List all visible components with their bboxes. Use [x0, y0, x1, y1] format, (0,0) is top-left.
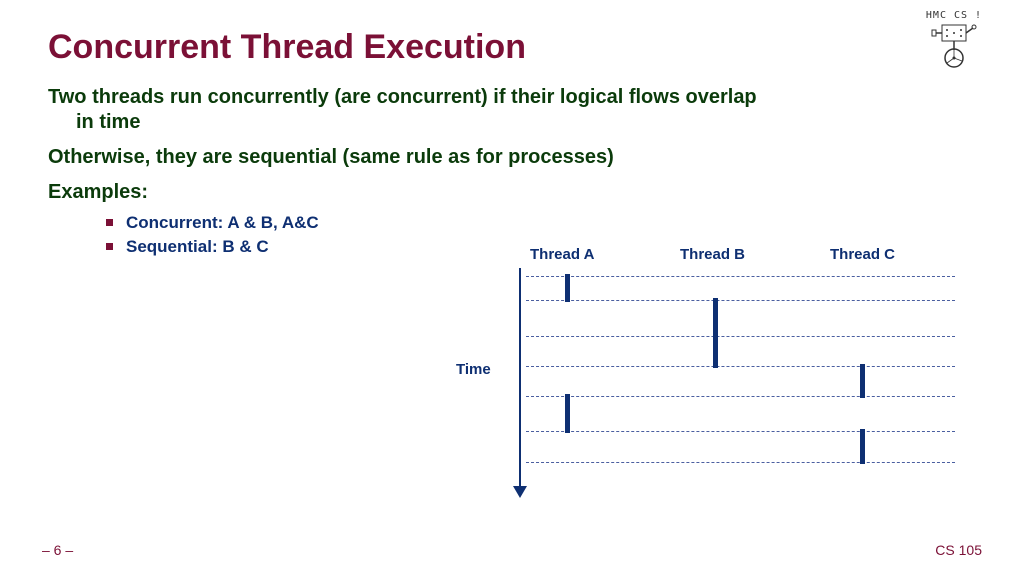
- label-thread-a: Thread A: [530, 246, 594, 263]
- definition-sequential: Otherwise, they are sequential (same rul…: [48, 145, 976, 170]
- time-row: [526, 366, 955, 367]
- def-line-1a: Two threads run concurrently (are concur…: [48, 86, 757, 108]
- examples-label: Examples:: [48, 180, 976, 205]
- hmc-cs-logo: HMC CS !: [924, 10, 984, 69]
- time-axis-arrow: [510, 268, 530, 502]
- time-row: [526, 300, 955, 301]
- time-row: [526, 462, 955, 463]
- time-row: [526, 396, 955, 397]
- time-row: [526, 336, 955, 337]
- time-row: [526, 276, 955, 277]
- logo-text: HMC CS !: [924, 10, 984, 21]
- label-thread-b: Thread B: [680, 246, 745, 263]
- page-number: – 6 –: [42, 542, 73, 558]
- exec-bar-thread-c: [860, 364, 865, 398]
- exec-bar-thread-c: [860, 429, 865, 464]
- label-thread-c: Thread C: [830, 246, 895, 263]
- course-label: CS 105: [935, 542, 982, 558]
- bullet-concurrent: Concurrent: A & B, A&C: [106, 213, 976, 233]
- exec-bar-thread-a: [565, 394, 570, 433]
- time-row: [526, 431, 955, 432]
- label-time: Time: [456, 361, 491, 378]
- slide-title: Concurrent Thread Execution: [48, 28, 976, 67]
- timing-diagram: Thread A Thread B Thread C Time: [430, 246, 970, 506]
- def-line-1b: in time: [48, 110, 976, 135]
- unicycle-icon: [929, 23, 979, 69]
- slide: HMC CS ! Concurrent Thread Execution Two…: [0, 0, 1024, 576]
- exec-bar-thread-a: [565, 274, 570, 302]
- definition-concurrent: Two threads run concurrently (are concur…: [48, 85, 976, 135]
- exec-bar-thread-b: [713, 298, 718, 368]
